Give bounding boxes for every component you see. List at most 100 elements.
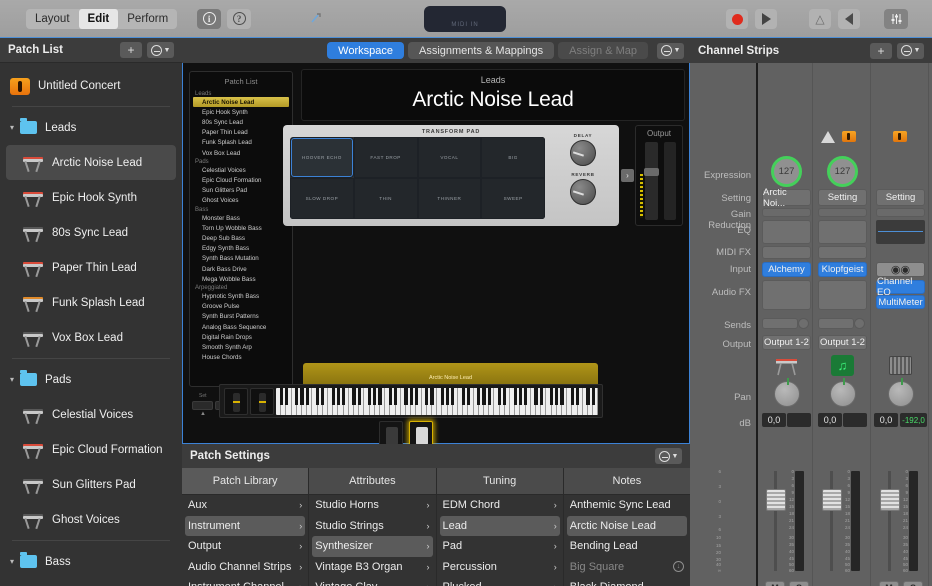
- transform-cell-slow-drop[interactable]: SLOW DROP: [290, 178, 354, 219]
- stage-patch-item[interactable]: Torn Up Wobble Bass: [193, 223, 289, 233]
- fader-cap[interactable]: [766, 489, 786, 511]
- group-row-pads[interactable]: ▾ Pads: [0, 362, 182, 397]
- send-level-knob[interactable]: [854, 318, 865, 329]
- next-page-button[interactable]: ›: [621, 169, 634, 182]
- stage-patch-item[interactable]: Synth Burst Patterns: [193, 312, 289, 322]
- patch-row-80s-sync-lead[interactable]: 80s Sync Lead: [0, 215, 182, 250]
- ps-item-vintage-b3-organ[interactable]: Vintage B3 Organ›: [309, 557, 435, 578]
- ps-item-bending-lead[interactable]: Bending Lead: [564, 536, 690, 557]
- input-slot[interactable]: ◉◉: [876, 262, 925, 277]
- fader-track[interactable]: [888, 471, 891, 571]
- db-value[interactable]: 0,0: [874, 413, 898, 427]
- channel-strips-action-menu[interactable]: ▼: [897, 43, 924, 59]
- solo-button[interactable]: S: [789, 581, 809, 586]
- stage-patch-item[interactable]: Monster Bass: [193, 213, 289, 223]
- expression-knob[interactable]: 127: [771, 156, 802, 187]
- setting-button[interactable]: Setting: [818, 189, 867, 206]
- delay-knob[interactable]: [570, 140, 596, 166]
- patch-row-epic-cloud-formation[interactable]: Epic Cloud Formation: [0, 432, 182, 467]
- midi-fx-slot[interactable]: [762, 246, 811, 259]
- fader-cap[interactable]: [644, 168, 659, 176]
- patch-row-monster-bass[interactable]: Monster Bass: [0, 579, 182, 586]
- info-icon[interactable]: i: [197, 9, 221, 29]
- stage-patch-list-items[interactable]: Leads Arctic Noise Lead Epic Hook Synth …: [190, 90, 292, 363]
- ps-item-instrument[interactable]: Instrument›: [185, 516, 305, 537]
- patch-row-paper-thin-lead[interactable]: Paper Thin Lead: [0, 250, 182, 285]
- stage-patch-item[interactable]: Sun Glitters Pad: [193, 186, 289, 196]
- audio-fx-channel-eq[interactable]: Channel EQ: [876, 280, 925, 294]
- stage-patch-item[interactable]: House Chords: [193, 353, 289, 363]
- input-slot[interactable]: Klopfgeist: [818, 262, 867, 277]
- transform-cell-sweep[interactable]: SWEEP: [481, 178, 545, 219]
- add-patch-button[interactable]: +: [120, 42, 142, 58]
- ps-item-aux[interactable]: Aux›: [182, 495, 308, 516]
- transform-cell-thinner[interactable]: THINNER: [418, 178, 482, 219]
- mode-edit[interactable]: Edit: [79, 9, 119, 29]
- stage-patch-item[interactable]: Funk Splash Lead: [193, 138, 289, 148]
- tab-workspace[interactable]: Workspace: [327, 42, 404, 59]
- sends-slot[interactable]: [818, 318, 854, 329]
- eq-display[interactable]: [818, 220, 867, 244]
- patch-list-body[interactable]: Untitled Concert ▾ Leads Arctic Noise Le…: [0, 63, 182, 586]
- fader-cap[interactable]: [880, 489, 900, 511]
- record-button[interactable]: [726, 9, 748, 29]
- transform-cell-thin[interactable]: THIN: [354, 178, 418, 219]
- output-fader[interactable]: [645, 142, 658, 220]
- workspace-action-menu[interactable]: ▼: [657, 43, 684, 59]
- fader-cap[interactable]: [822, 489, 842, 511]
- patch-row-celestial-voices[interactable]: Celestial Voices: [0, 397, 182, 432]
- add-channel-strip-button[interactable]: +: [870, 43, 892, 59]
- stage-patch-item[interactable]: Digital Rain Drops: [193, 332, 289, 342]
- piano-keys[interactable]: [276, 388, 598, 415]
- output-slot[interactable]: Output 1-2: [818, 335, 867, 350]
- stage-patch-item[interactable]: Mega Wobble Bass: [193, 274, 289, 284]
- stage-patch-item[interactable]: Vox Box Lead: [193, 148, 289, 158]
- patch-row-vox-box-lead[interactable]: Vox Box Lead: [0, 320, 182, 355]
- mode-layout[interactable]: Layout: [26, 9, 79, 29]
- mute-button[interactable]: M: [765, 581, 785, 586]
- stage-patch-item[interactable]: Deep Sub Bass: [193, 233, 289, 243]
- chevron-down-icon[interactable]: ▾: [10, 375, 20, 384]
- mute-solo-group[interactable]: M S: [879, 581, 923, 586]
- stage-patch-item[interactable]: Ghost Voices: [193, 196, 289, 206]
- stage-patch-list[interactable]: Patch List Leads Arctic Noise Lead Epic …: [189, 71, 293, 387]
- ps-item-pad[interactable]: Pad›: [437, 536, 563, 557]
- reverb-knob[interactable]: [570, 179, 596, 205]
- patch-row-funk-splash-lead[interactable]: Funk Splash Lead: [0, 285, 182, 320]
- stage-patch-item[interactable]: Paper Thin Lead: [193, 128, 289, 138]
- stage-patch-item[interactable]: Synth Bass Mutation: [193, 254, 289, 264]
- patch-row-epic-hook-synth[interactable]: Epic Hook Synth: [0, 180, 182, 215]
- stage-patch-item[interactable]: Dark Bass Drive: [193, 264, 289, 274]
- help-icon[interactable]: ?: [227, 9, 251, 29]
- ps-item-synthesizer[interactable]: Synthesizer›: [312, 536, 432, 557]
- send-level-knob[interactable]: [798, 318, 809, 329]
- fader-track[interactable]: [830, 471, 833, 571]
- stage-patch-item[interactable]: 80s Sync Lead: [193, 117, 289, 127]
- chevron-down-icon[interactable]: ▾: [10, 557, 20, 566]
- ps-item-anthemic-sync-lead[interactable]: Anthemic Sync Lead: [564, 495, 690, 516]
- sends-slot[interactable]: [762, 318, 798, 329]
- stage-patch-item[interactable]: Groove Pulse: [193, 302, 289, 312]
- output-slot[interactable]: Output 1-2: [762, 335, 811, 350]
- channel-strip-2[interactable]: 127 Setting Klopfgeist Output 1-2 ♫ 0,0: [814, 63, 871, 586]
- transform-pad-grid[interactable]: HOOVER ECHO FAST DROP VOCAL BIG SLOW DRO…: [290, 137, 545, 219]
- ps-item-big-square[interactable]: Big Square↓: [564, 557, 690, 578]
- expression-knob[interactable]: 127: [827, 156, 858, 187]
- db-value[interactable]: 0,0: [818, 413, 842, 427]
- ps-item-lead[interactable]: Lead›: [440, 516, 560, 537]
- ps-item-output[interactable]: Output›: [182, 536, 308, 557]
- stage-patch-item[interactable]: Arctic Noise Lead: [193, 97, 289, 107]
- mute-button[interactable]: M: [879, 581, 899, 586]
- transform-cell-fast-drop[interactable]: FAST DROP: [354, 137, 418, 178]
- audio-fx-slot[interactable]: [762, 280, 811, 310]
- pitch-bend-wheel[interactable]: [224, 388, 248, 415]
- tab-assignments-mappings[interactable]: Assignments & Mappings: [408, 42, 554, 59]
- eq-display[interactable]: [876, 220, 925, 244]
- volume-fader-area[interactable]: 0 3 6 9 12 15 18 21 24 30 35 40 45 50: [872, 471, 929, 571]
- patch-row-arctic-noise-lead[interactable]: Arctic Noise Lead: [6, 145, 176, 180]
- mute-solo-group[interactable]: M S: [765, 581, 809, 586]
- stage-patch-item[interactable]: Analog Bass Sequence: [193, 322, 289, 332]
- volume-fader-area[interactable]: 0 3 6 9 12 15 18 21 24 30 35 40 45 50: [758, 471, 815, 571]
- ps-item-studio-strings[interactable]: Studio Strings›: [309, 516, 435, 537]
- ps-item-edm-chord[interactable]: EDM Chord›: [437, 495, 563, 516]
